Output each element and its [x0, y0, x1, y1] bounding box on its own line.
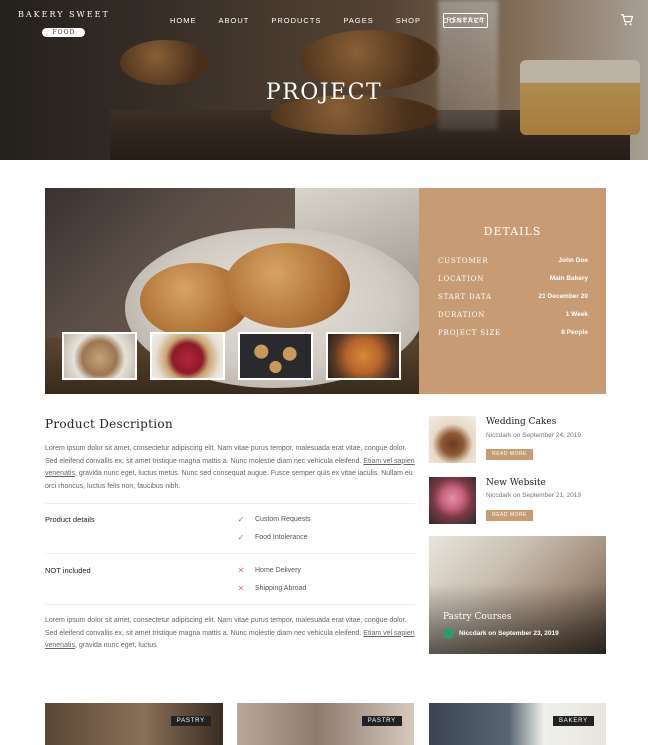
featured-post-author-date: Niccdark on September 23, 2019 [459, 630, 559, 637]
feature-text: Shipping Abroad [255, 585, 307, 592]
detail-label: DURATION [438, 311, 486, 319]
nav-about[interactable]: ABOUT [219, 14, 250, 28]
feature-text: Food Intolerance [255, 534, 308, 541]
gallery-thumb[interactable] [238, 332, 313, 380]
divider [45, 503, 415, 504]
product-description-title: Product Description [45, 417, 173, 431]
paragraph-text: , gravida nunc eget, luctus metus. Nunc … [45, 470, 413, 490]
feature-item: ✕ Home Delivery [236, 566, 301, 575]
detail-value: 21 December 20 [538, 293, 588, 300]
details-title: DETAILS [483, 225, 542, 238]
detail-label: START DATA [438, 293, 492, 301]
featured-post-card[interactable]: Pastry Courses Niccdark on September 23,… [429, 536, 606, 654]
detail-row: CUSTOMER John Doe [438, 257, 588, 265]
product-details-label: Product details [45, 515, 95, 524]
feature-item: ✕ Shipping Abroad [236, 584, 307, 593]
detail-value: John Doe [558, 257, 588, 264]
post-meta: Niccdark on September 21, 2019 [486, 492, 582, 499]
category-badge[interactable]: BAKERY [552, 716, 594, 726]
cross-icon: ✕ [237, 584, 245, 593]
category-badge[interactable]: PASTRY [361, 716, 402, 726]
detail-label: PROJECT SIZE [438, 329, 502, 337]
feature-item: ✓ Food Intolerance [236, 533, 308, 542]
divider [45, 553, 415, 554]
gallery-thumbnails [62, 332, 401, 380]
featured-post-title[interactable]: Pastry Courses [443, 612, 511, 622]
logo-main-text: BAKERY SWEET [18, 10, 110, 19]
detail-value: 1 Week [565, 311, 588, 318]
category-badge[interactable]: PASTRY [170, 716, 211, 726]
detail-row: START DATA 21 December 20 [438, 293, 588, 301]
detail-value: 8 People [561, 329, 588, 336]
paragraph-text: Lorem ipsum dolor sit amet, consectetur … [45, 617, 407, 637]
bottom-card[interactable]: PASTRY [237, 703, 414, 745]
paragraph-text: , gravida nunc eget, luctus [74, 642, 157, 649]
feature-text: Home Delivery [255, 567, 301, 574]
nav-products[interactable]: PRODUCTS [271, 14, 321, 28]
post-title[interactable]: New Website [486, 478, 546, 488]
logo-sub-text: FOOD [42, 28, 86, 37]
not-included-label: NOT included [45, 566, 91, 575]
check-icon: ✓ [237, 533, 245, 542]
gallery-thumb[interactable] [150, 332, 225, 380]
gallery-thumb[interactable] [62, 332, 137, 380]
description-paragraph: Lorem ipsum dolor sit amet, consectetur … [45, 443, 415, 493]
feature-item: ✓ Custom Requests [236, 515, 311, 524]
bottom-card[interactable]: PASTRY [45, 703, 223, 745]
nav-home[interactable]: HOME [170, 14, 197, 28]
post-thumbnail[interactable] [429, 477, 476, 524]
gallery-thumb[interactable] [326, 332, 401, 380]
detail-row: DURATION 1 Week [438, 311, 588, 319]
hero-banner: BAKERY SWEET FOOD HOME ABOUT PRODUCTS PA… [0, 0, 648, 160]
check-icon: ✓ [237, 515, 245, 524]
detail-label: CUSTOMER [438, 257, 489, 265]
read-more-button[interactable]: READ MORE [486, 449, 533, 460]
avatar [443, 628, 454, 639]
bottom-card[interactable]: BAKERY [429, 703, 606, 745]
details-panel: DETAILS CUSTOMER John Doe LOCATION Main … [419, 188, 606, 394]
feature-text: Custom Requests [255, 516, 311, 523]
paragraph-text: Lorem ipsum dolor sit amet, consectetur … [45, 445, 407, 465]
cart-icon[interactable] [620, 13, 634, 27]
site-logo[interactable]: BAKERY SWEET FOOD [18, 10, 110, 38]
cookie-image [225, 243, 350, 328]
divider [45, 604, 415, 605]
detail-label: LOCATION [438, 275, 485, 283]
page-title: PROJECT [265, 80, 383, 105]
post-title[interactable]: Wedding Cakes [486, 417, 556, 427]
featured-post-meta: Niccdark on September 23, 2019 [443, 628, 559, 639]
post-meta: Niccdark on September 24, 2019 [486, 432, 582, 439]
nav-shop[interactable]: SHOP [396, 14, 421, 28]
description-paragraph: Lorem ipsum dolor sit amet, consectetur … [45, 615, 415, 653]
detail-value: Main Bakery [549, 275, 588, 282]
post-thumbnail[interactable] [429, 416, 476, 463]
read-more-button[interactable]: READ MORE [486, 510, 533, 521]
detail-row: LOCATION Main Bakery [438, 275, 588, 283]
reserve-button[interactable]: RESERVE [443, 13, 488, 28]
cross-icon: ✕ [237, 566, 245, 575]
nav-pages[interactable]: PAGES [343, 14, 373, 28]
detail-row: PROJECT SIZE 8 People [438, 329, 588, 337]
